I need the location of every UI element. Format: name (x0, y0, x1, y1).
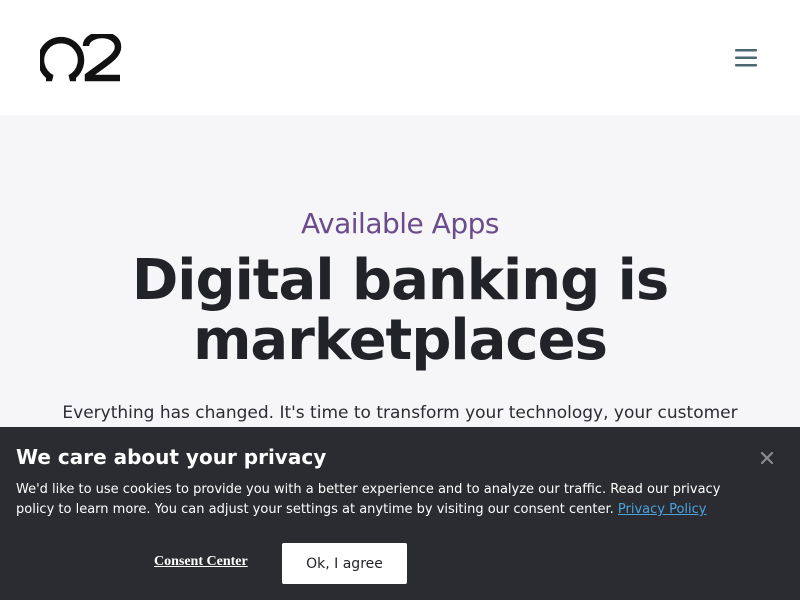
intro-paragraph: Everything has changed. It's time to tra… (62, 403, 738, 423)
cookie-banner-title: We care about your privacy (16, 445, 327, 469)
page-title: Digital banking is marketplaces (131, 248, 669, 373)
eyebrow-text: Available Apps (301, 207, 499, 240)
hamburger-menu-button[interactable] (732, 44, 760, 72)
cookie-banner-body: We'd like to use cookies to provide you … (16, 482, 721, 517)
close-button[interactable] (758, 449, 776, 467)
site-header (0, 0, 800, 115)
consent-center-link[interactable]: Consent Center (154, 554, 248, 570)
close-icon (760, 451, 774, 465)
cookie-banner: We care about your privacy We'd like to … (0, 427, 800, 600)
q2-logo-icon (37, 31, 122, 82)
agree-button[interactable]: Ok, I agree (282, 543, 407, 584)
privacy-policy-link[interactable]: Privacy Policy (618, 502, 707, 517)
hamburger-menu-icon (735, 49, 757, 67)
cookie-banner-text: We'd like to use cookies to provide you … (16, 480, 756, 520)
q2-logo[interactable] (37, 31, 122, 82)
